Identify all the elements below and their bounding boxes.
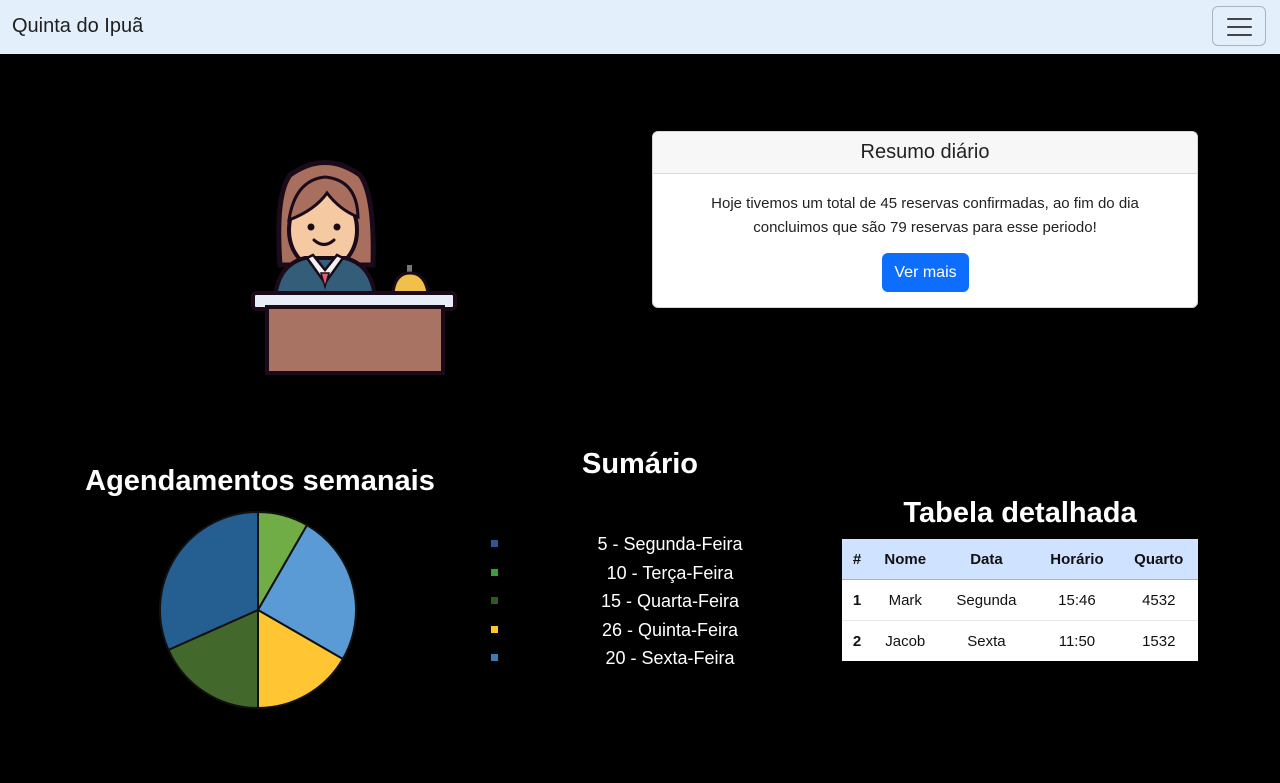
card-title: Resumo diário — [653, 132, 1197, 174]
column-header: Horário — [1034, 539, 1120, 580]
see-more-button[interactable]: Ver mais — [882, 253, 969, 292]
table-cell: 1532 — [1119, 620, 1198, 661]
summary-title: Sumário — [581, 448, 699, 480]
brand-name[interactable]: Quinta do Ipuã — [12, 15, 143, 38]
navbar-toggle-button[interactable] — [1212, 6, 1266, 46]
table-header-row: # Nome Data Horário Quarto — [842, 539, 1198, 580]
pie-chart-title: Agendamentos semanais — [85, 465, 435, 497]
table-cell: Mark — [872, 579, 939, 621]
table-cell: Segunda — [938, 579, 1035, 621]
summary-legend: 5 - Segunda-Feira 10 - Terça-Feira 15 - … — [485, 532, 805, 675]
table-cell: Jacob — [872, 620, 939, 661]
table-row: 2 Jacob Sexta 11:50 1532 — [842, 620, 1198, 661]
top-navbar: Quinta do Ipuã — [0, 0, 1280, 54]
detail-table: # Nome Data Horário Quarto 1 Mark Segund… — [842, 539, 1198, 661]
legend-swatch — [491, 654, 498, 662]
table-cell: 15:46 — [1034, 579, 1120, 621]
card-text: Hoje tivemos um total de 45 reservas con… — [711, 195, 1139, 236]
legend-item: 20 - Sexta-Feira — [485, 646, 805, 675]
receptionist-desk-illustration — [251, 160, 457, 375]
legend-label: 26 - Quinta-Feira — [601, 619, 739, 640]
hamburger-menu-icon — [1227, 18, 1252, 20]
detail-table-title: Tabela detalhada — [903, 497, 1137, 529]
legend-label: 10 - Terça-Feira — [606, 562, 734, 583]
column-header: Quarto — [1119, 539, 1198, 580]
legend-label: 20 - Sexta-Feira — [605, 648, 735, 669]
table-cell: Sexta — [938, 620, 1035, 661]
legend-swatch — [491, 540, 498, 547]
table-cell: 11:50 — [1034, 620, 1120, 661]
legend-item: 5 - Segunda-Feira — [485, 532, 805, 561]
legend-swatch — [491, 568, 498, 576]
legend-swatch — [491, 597, 498, 605]
column-header: Data — [938, 539, 1035, 580]
table-row: 1 Mark Segunda 15:46 4532 — [842, 579, 1198, 621]
weekly-bookings-pie-chart — [159, 510, 357, 710]
legend-label: 15 - Quarta-Feira — [600, 591, 740, 612]
legend-item: 10 - Terça-Feira — [485, 561, 805, 590]
legend-swatch — [491, 625, 498, 633]
legend-item: 15 - Quarta-Feira — [485, 589, 805, 618]
column-header: # — [842, 539, 872, 580]
column-header: Nome — [872, 539, 939, 580]
legend-item: 26 - Quinta-Feira — [485, 618, 805, 647]
legend-label: 5 - Segunda-Feira — [597, 534, 743, 554]
daily-summary-card: Resumo diário Hoje tivemos um total de 4… — [652, 131, 1198, 308]
table-cell: 4532 — [1119, 579, 1198, 621]
table-cell: 2 — [842, 620, 872, 661]
table-cell: 1 — [842, 579, 872, 621]
